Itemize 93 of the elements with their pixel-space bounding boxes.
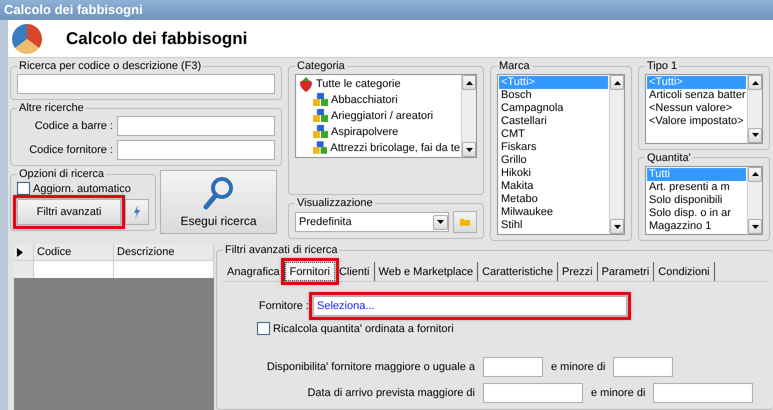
- window-title: Calcolo dei fabbisogni: [0, 0, 773, 20]
- run-search-button[interactable]: Esegui ricerca: [160, 170, 277, 234]
- list-item[interactable]: Bosch: [499, 89, 608, 102]
- page-title: Calcolo dei fabbisogni: [66, 28, 248, 48]
- tree-view[interactable]: Tutte le categorie Abbacchiatori Arieggiatori / areatori Aspirapolvere Attrezzi bricolage, fai da te: [295, 74, 477, 158]
- list-item[interactable]: Campagnola: [499, 102, 608, 115]
- input-field[interactable]: [613, 357, 674, 377]
- folder-icon: [460, 216, 470, 228]
- field-label: Codice a barre :: [34, 120, 113, 132]
- group-title: Visualizzazione: [296, 197, 374, 209]
- group-title: Categoria: [296, 60, 346, 72]
- group-title: Altre ricerche: [18, 102, 85, 114]
- grid-row[interactable]: [14, 261, 214, 278]
- group-title: Ricerca per codice o descrizione (F3): [18, 60, 202, 72]
- input-field[interactable]: [483, 383, 583, 403]
- tree-item[interactable]: Arieggiatori / areatori: [297, 108, 460, 124]
- tab[interactable]: Clienti: [334, 262, 375, 281]
- checkbox[interactable]: [17, 182, 30, 195]
- list-item[interactable]: Solo disponibili: [647, 194, 746, 206]
- list-box[interactable]: Tutti Art. presenti a m Solo disponibili Solo disp. o in ar Magazzino 1: [645, 166, 763, 235]
- cubes-icon: [313, 93, 328, 107]
- scrollbar[interactable]: [609, 75, 624, 234]
- up-arrow-icon: [614, 80, 620, 84]
- tab[interactable]: Prezzi: [558, 262, 598, 281]
- tab[interactable]: Caratteristiche: [478, 262, 558, 281]
- input-field[interactable]: [117, 116, 275, 136]
- list-item[interactable]: Metabo: [499, 193, 608, 206]
- tab[interactable]: Parametri: [598, 262, 654, 281]
- input-field[interactable]: [117, 140, 275, 160]
- cubes-icon: [313, 141, 328, 155]
- view-dropdown[interactable]: Predefinita: [295, 212, 449, 232]
- list-item[interactable]: Grillo: [499, 154, 608, 167]
- field-label: e minore di: [551, 361, 606, 373]
- list-item[interactable]: Castellari: [499, 115, 608, 128]
- down-arrow-icon: [752, 133, 758, 137]
- down-arrow-icon: [752, 224, 758, 228]
- group-title: Quantita': [646, 152, 692, 164]
- tree-item[interactable]: Abbacchiatori: [297, 92, 460, 108]
- list-item[interactable]: Solo disp. o in ar: [647, 206, 746, 220]
- tree-item[interactable]: Aspirapolvere: [297, 124, 460, 140]
- down-arrow-icon: [466, 148, 472, 152]
- list-box[interactable]: <Tutti> Articoli senza batter <Nessun valore> <Valore impostato>: [645, 74, 763, 144]
- folder-button[interactable]: [453, 211, 477, 233]
- tab[interactable]: Web e Marketplace: [374, 262, 478, 281]
- dropdown-button[interactable]: [433, 214, 448, 230]
- checkbox-label: Aggiorn. automatico: [33, 182, 131, 194]
- search-icon: [202, 176, 234, 210]
- scrollbar[interactable]: [747, 75, 762, 142]
- list-item[interactable]: <Nessun valore>: [647, 102, 746, 115]
- group-title: Marca: [498, 60, 531, 72]
- input-field[interactable]: [483, 357, 543, 377]
- list-item[interactable]: Fiskars: [499, 141, 608, 154]
- up-arrow-icon: [752, 172, 758, 176]
- column-header[interactable]: Codice: [34, 244, 114, 260]
- up-arrow-icon: [466, 80, 472, 84]
- row-pointer-icon: [17, 248, 23, 257]
- checkbox-label: Ricalcola quantita' ordinata a fornitori: [273, 322, 454, 334]
- pie-chart-icon: [10, 22, 44, 56]
- group-title: Tipo 1: [646, 60, 678, 72]
- list-item[interactable]: Milwaukee: [499, 206, 608, 219]
- input-field[interactable]: [653, 383, 754, 403]
- field-label: e minore di: [591, 387, 646, 399]
- list-item[interactable]: Stihl: [499, 219, 608, 232]
- list-item[interactable]: Hikoki: [499, 167, 608, 180]
- group-title: Filtri avanzati di ricerca: [224, 244, 338, 256]
- list-item[interactable]: CMT: [499, 128, 608, 141]
- list-item[interactable]: Magazzino 1: [647, 220, 746, 232]
- lightning-button[interactable]: [125, 199, 149, 225]
- list-item[interactable]: Articoli senza batter: [647, 89, 746, 102]
- tab[interactable]: Condizioni: [654, 262, 715, 281]
- down-arrow-icon: [437, 220, 444, 224]
- scrollbar[interactable]: [747, 166, 762, 234]
- checkbox[interactable]: [257, 322, 270, 335]
- search-field[interactable]: [17, 74, 275, 94]
- strawberry-icon: [299, 76, 313, 92]
- scrollbar[interactable]: [461, 75, 476, 157]
- list-item[interactable]: <Valore impostato>: [647, 115, 746, 128]
- cubes-icon: [313, 109, 328, 123]
- group-title: Opzioni di ricerca: [18, 168, 105, 180]
- field-label: Data di arrivo prevista maggiore di: [306, 387, 475, 399]
- cubes-icon: [313, 125, 328, 139]
- tree-item[interactable]: Tutte le categorie: [297, 76, 460, 92]
- tree-item[interactable]: Attrezzi bricolage, fai da te: [297, 140, 460, 156]
- field-label: Disponibilita' fornitore maggiore o uguale a: [266, 361, 475, 373]
- down-arrow-icon: [614, 224, 620, 228]
- list-item[interactable]: Art. presenti a m: [647, 180, 746, 194]
- list-box[interactable]: <Tutti> Bosch Campagnola Castellari CMT Fiskars Grillo Hikoki Makita Metabo Milwaukee Stihl: [497, 74, 625, 235]
- field-label: Codice fornitore :: [28, 144, 113, 156]
- list-item[interactable]: Makita: [499, 180, 608, 193]
- lightning-icon: [133, 205, 141, 219]
- field-label: Fornitore :: [258, 300, 309, 312]
- up-arrow-icon: [752, 80, 758, 84]
- column-header[interactable]: Descrizione: [114, 244, 214, 260]
